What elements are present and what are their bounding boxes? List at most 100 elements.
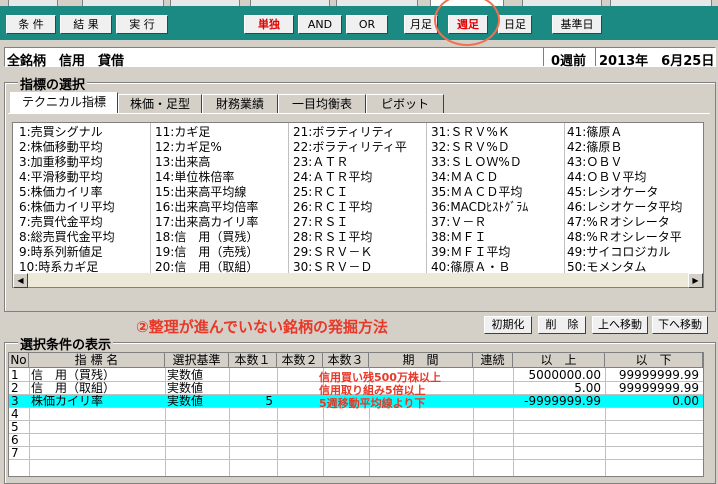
table-cell: 2 [11,382,19,394]
horizontal-scrollbar[interactable] [13,273,703,287]
indicator-item[interactable]: 15:出来高平均線 [155,185,246,200]
indicator-item[interactable]: 49:サイコロジカル [567,245,670,260]
indicator-item[interactable]: 17:出来高カイリ率 [155,215,258,230]
table-row[interactable]: 6 [9,434,703,447]
indicator-item[interactable]: 36:MACDﾋｽﾄｸﾞﾗﾑ [431,200,528,215]
table-cell: 5.00 [574,382,601,394]
move-up-button[interactable]: 上へ移動 [592,316,648,334]
indicator-item[interactable]: 16:出来高平均倍率 [155,200,258,215]
indicator-item[interactable]: 4:平滑移動平均 [19,170,103,185]
condition-button[interactable]: 条 件 [6,15,56,34]
table-row[interactable]: 4 [9,408,703,421]
table-row[interactable]: 2信 用（取組） 実数値 5.00 99999999.99 信用取り組み5倍以上 [9,382,703,397]
scroll-right-icon[interactable]: ▶ [688,273,703,288]
table-cell: 実数値 [167,395,204,407]
table-row[interactable]: 1信 用（買残） 実数値 5000000.00 99999999.99 信用買い残500… [9,369,703,384]
indicator-item[interactable]: 48:%Ｒオシレータ平 [567,230,682,245]
or-button[interactable]: OR [346,15,388,34]
indicator-item[interactable]: 37:Ｖ－Ｒ [431,215,486,230]
indicator-item[interactable]: 26:ＲＣＩ平均 [293,200,372,215]
toolbar: 条 件 結 果 実 行 単独 AND OR 月足 週足 日足 基準日 [0,0,718,46]
indicator-item[interactable]: 8:総売買代金平均 [19,230,115,245]
indicator-item[interactable]: 42:篠原Ｂ [567,140,622,155]
table-cell: 7 [11,447,19,459]
universe-label: 全銘柄 信用 貸借 [7,54,125,69]
table-row[interactable]: 3 株価カイリ率 実数値 5 -9999999.99 0.00 5週移動平均線より下 [9,395,703,410]
column-divider [426,123,427,273]
table-cell: 5 [265,395,273,407]
indicator-item[interactable]: 6:株価カイリ平均 [19,200,115,215]
table-cell: 99999999.99 [618,369,699,381]
indicator-item[interactable]: 25:ＲＣＩ [293,185,348,200]
indicator-item[interactable]: 13:出来高 [155,155,210,170]
date-label: 2013年 6月25日 [599,54,715,69]
indicator-item[interactable]: 12:カギ足% [155,140,222,155]
indicator-list[interactable]: 1:売買シグナル 2:株価移動平均 3:加重移動平均 4:平滑移動平均 5:株価カイリ率… [12,122,704,288]
tab-financial[interactable]: 財務業績 [202,94,278,113]
condition-table[interactable]: No 指 標 名選択基準 本数１ 本数２ 本数３ 期 間連続以 上以 下 1 信 用（買残）… [8,352,704,477]
indicator-item[interactable]: 32:ＳＲＶ%Ｄ [431,140,510,155]
indicator-item[interactable]: 21:ボラティリティ [293,125,395,140]
indicator-item[interactable]: 1:売買シグナル [19,125,103,140]
column-divider [288,123,289,273]
table-row[interactable]: 5 [9,421,703,434]
indicator-item[interactable]: 45:レシオケータ [567,185,658,200]
daily-button[interactable]: 日足 [498,15,532,34]
base-date-button[interactable]: 基準日 [552,15,602,34]
column-header: 指 標 名 [29,353,165,368]
column-header: 以 上 [513,353,605,368]
and-button[interactable]: AND [298,15,342,34]
indicator-item[interactable]: 22:ボラティリティ平 [293,140,407,155]
indicator-item[interactable]: 9:時系列新値足 [19,245,103,260]
table-cell: -9999999.99 [524,395,601,407]
table-cell: 3 [11,395,19,407]
indicator-item[interactable]: 47:%Ｒオシレータ [567,215,670,230]
indicator-item[interactable]: 5:株価カイリ率 [19,185,103,200]
delete-button[interactable]: 削 除 [538,316,586,334]
period-label: 0週前 [551,54,587,69]
tab-baseline [8,113,710,114]
tab-pivot[interactable]: ピボット [366,94,444,113]
tab-technical[interactable]: テクニカル指標 [10,92,118,114]
indicator-item[interactable]: 39:ＭＦＩ平均 [431,245,510,260]
info-divider [543,48,544,66]
indicator-item[interactable]: 18:信 用（買残） [155,230,258,245]
indicator-item[interactable]: 7:売買代金平均 [19,215,103,230]
indicator-item[interactable]: 3:加重移動平均 [19,155,103,170]
indicator-item[interactable]: 38:ＭＦＩ [431,230,486,245]
indicator-item[interactable]: 43:ＯＢＶ [567,155,622,170]
indicator-item[interactable]: 27:ＲＳＩ [293,215,348,230]
table-cell: 5000000.00 [528,369,601,381]
indicator-item[interactable]: 33:ＳＬＯＷ%Ｄ [431,155,522,170]
result-button[interactable]: 結 果 [60,15,112,34]
indicator-item[interactable]: 44:ＯＢＶ平均 [567,170,646,185]
indicator-item[interactable]: 35:ＭＡＣＤ平均 [431,185,522,200]
indicator-item[interactable]: 31:ＳＲＶ%Ｋ [431,125,510,140]
move-down-button[interactable]: 下へ移動 [652,316,708,334]
indicator-item[interactable]: 11:カギ足 [155,125,210,140]
monthly-button[interactable]: 月足 [404,15,438,34]
indicator-item[interactable]: 28:ＲＳＩ平均 [293,230,372,245]
info-divider [595,48,596,66]
table-row[interactable]: 7 [9,447,703,460]
scroll-left-icon[interactable]: ◀ [13,273,28,288]
indicator-item[interactable]: 29:ＳＲＶ－Ｋ [293,245,372,260]
single-button[interactable]: 単独 [244,15,294,34]
indicator-item[interactable]: 2:株価移動平均 [19,140,103,155]
column-header: 本数２ [277,353,323,368]
indicator-item[interactable]: 23:ＡＴＲ [293,155,348,170]
tab-ichimoku[interactable]: 一目均衡表 [278,94,366,113]
indicator-item[interactable]: 34:ＭＡＣＤ [431,170,498,185]
table-cell: 0.00 [672,395,699,407]
indicator-item[interactable]: 46:レシオケータ平均 [567,200,682,215]
table-cell: 株価カイリ率 [31,395,104,407]
execute-button[interactable]: 実 行 [116,15,168,34]
indicator-item[interactable]: 41:篠原Ａ [567,125,622,140]
tab-price-pattern[interactable]: 株価・足型 [118,94,202,113]
reset-button[interactable]: 初期化 [484,316,532,334]
column-header: 以 下 [605,353,703,368]
column-header: 連続 [473,353,513,368]
indicator-item[interactable]: 14:単位株倍率 [155,170,234,185]
indicator-item[interactable]: 24:ＡＴＲ平均 [293,170,372,185]
indicator-item[interactable]: 19:信 用（売残） [155,245,258,260]
